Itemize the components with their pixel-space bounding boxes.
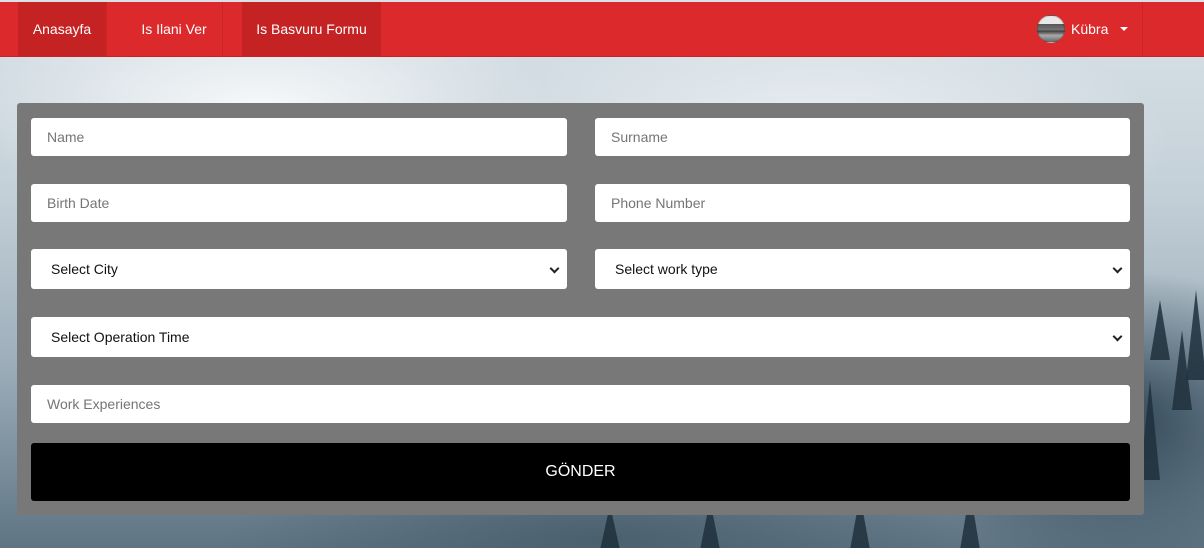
nav-item-application-form[interactable]: Is Basvuru Formu <box>242 2 381 56</box>
nav-item-post-job[interactable]: Is Ilani Ver <box>126 2 222 56</box>
phone-number-input[interactable] <box>595 184 1130 222</box>
chevron-down-icon <box>1112 331 1123 342</box>
chevron-down-icon <box>1112 263 1123 274</box>
tree-silhouette <box>1150 300 1170 360</box>
work-experiences-input[interactable] <box>31 385 1130 423</box>
chevron-down-icon <box>549 263 560 274</box>
work-type-select[interactable]: Select work type <box>595 249 1130 289</box>
user-menu[interactable]: Kübra <box>1030 2 1142 56</box>
surname-input[interactable] <box>595 118 1130 156</box>
user-name: Kübra <box>1071 21 1109 37</box>
application-form: Select City Select work type Select Oper… <box>17 103 1144 515</box>
name-input[interactable] <box>31 118 567 156</box>
operation-time-select-value: Select Operation Time <box>51 329 190 345</box>
operation-time-select[interactable]: Select Operation Time <box>31 317 1130 357</box>
submit-button[interactable]: GÖNDER <box>31 443 1130 501</box>
birth-date-input[interactable] <box>31 184 567 222</box>
work-type-select-value: Select work type <box>615 261 718 277</box>
nav-divider <box>1142 2 1143 56</box>
city-select[interactable]: Select City <box>31 249 567 289</box>
city-select-value: Select City <box>51 261 118 277</box>
avatar <box>1037 15 1065 43</box>
nav-divider <box>222 2 223 56</box>
caret-down-icon <box>1120 27 1128 31</box>
nav-item-home[interactable]: Anasayfa <box>18 2 106 56</box>
tree-silhouette <box>1186 290 1204 380</box>
nav-divider <box>106 2 107 56</box>
top-navbar: Anasayfa Is Ilani Ver Is Basvuru Formu K… <box>0 2 1204 57</box>
